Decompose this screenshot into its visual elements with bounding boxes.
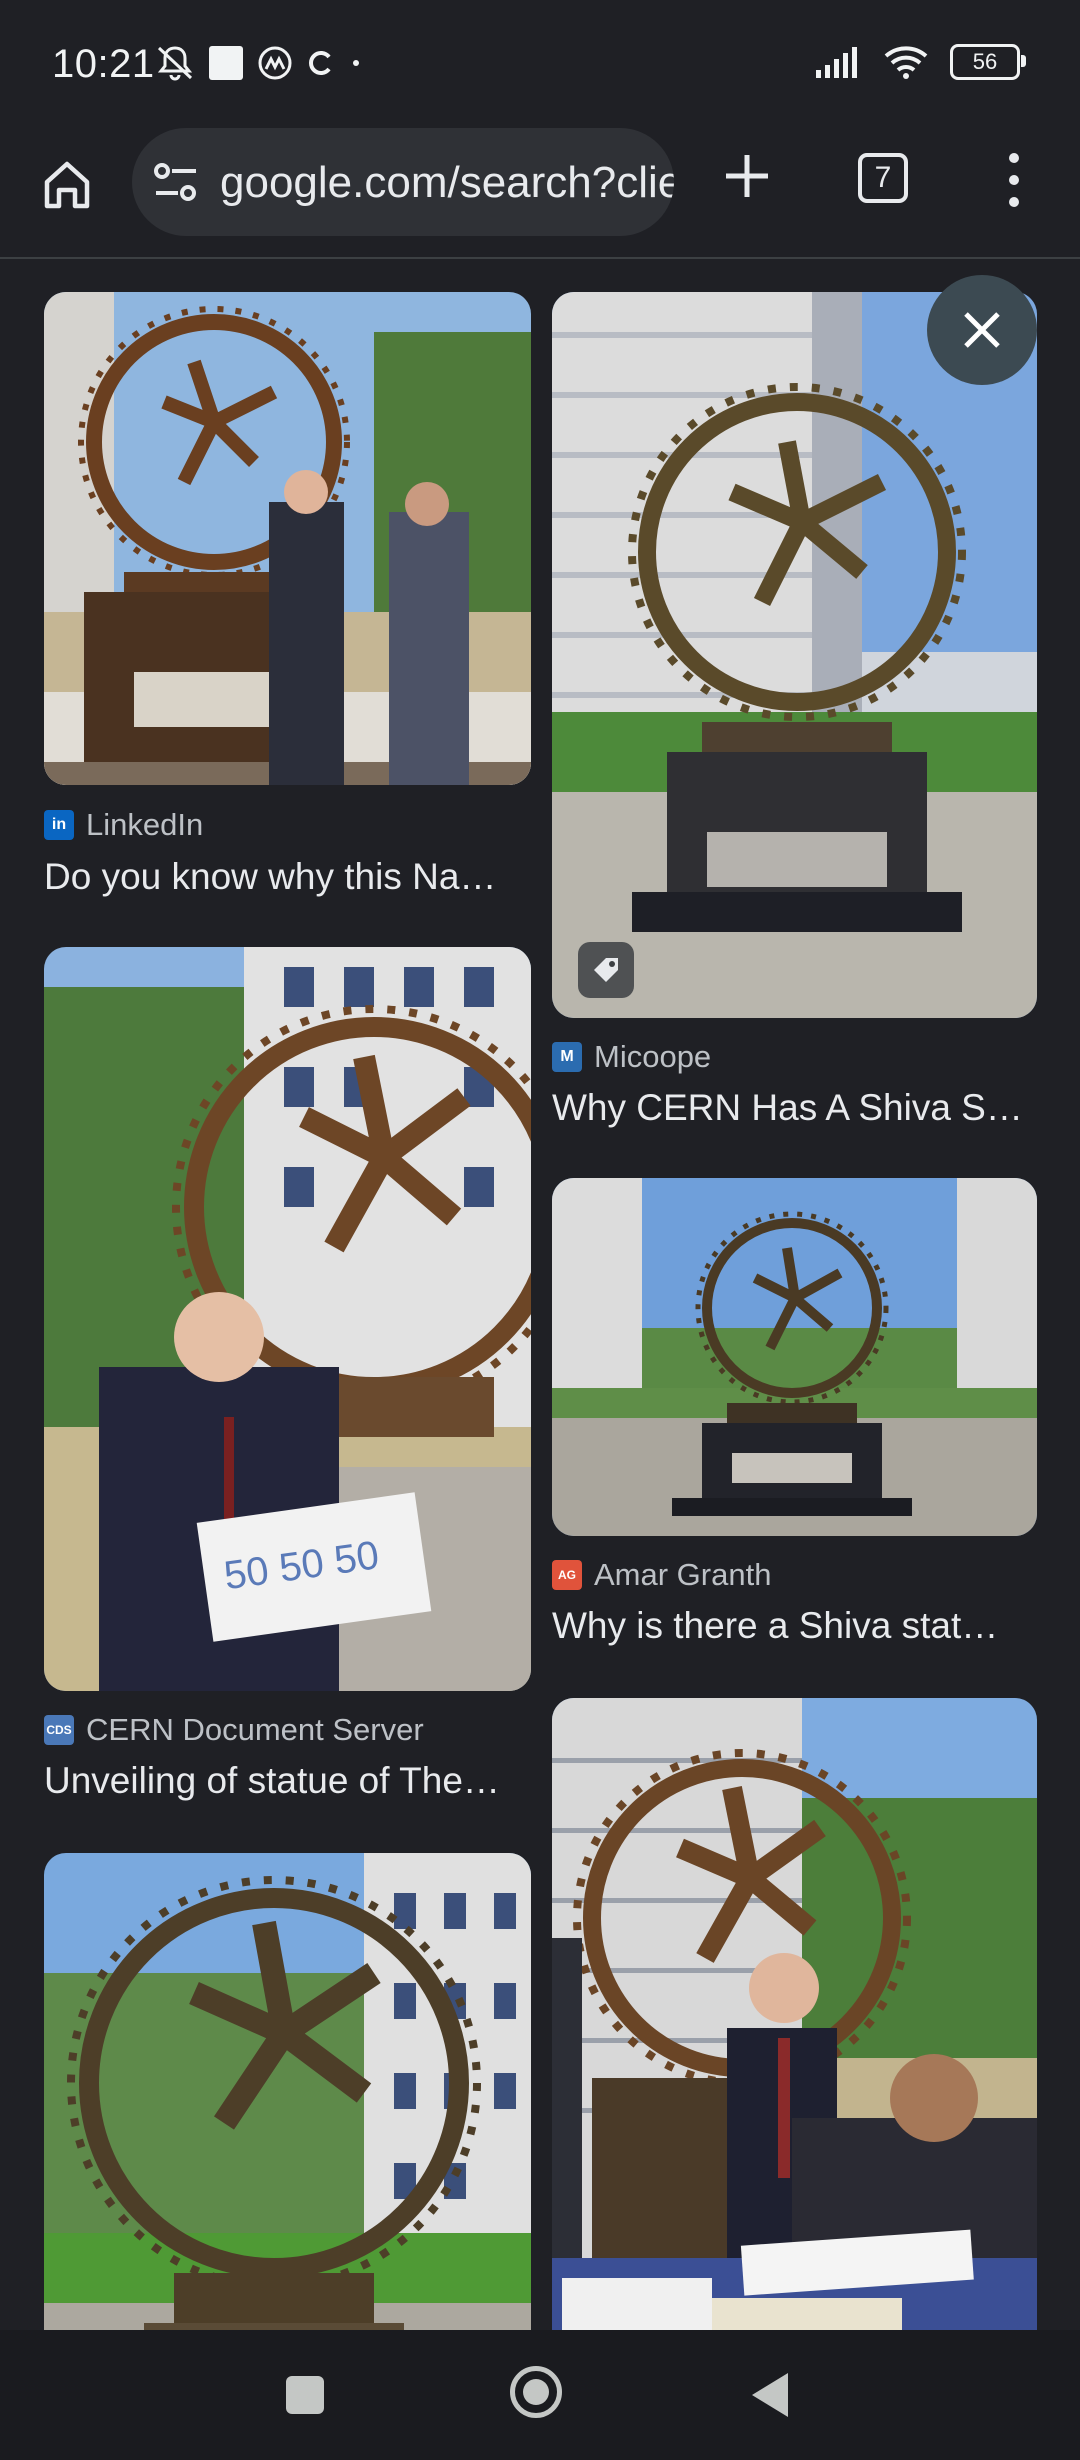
- battery-icon: 56: [950, 44, 1026, 80]
- source-name: CERN Document Server: [86, 1712, 424, 1747]
- result-caption-linkedin[interactable]: Do you know why this Na…: [44, 856, 496, 898]
- status-notification-icons: [155, 44, 361, 82]
- image-results-grid: in LinkedIn Do you know why this Na… M M…: [0, 259, 1080, 2330]
- home-nav-button[interactable]: [510, 2366, 562, 2418]
- result-image-linkedin[interactable]: [44, 292, 531, 785]
- nataraja-handshake-image: [44, 292, 531, 785]
- result-caption-cds[interactable]: Unveiling of statue of The…: [44, 1760, 500, 1802]
- plus-icon: [726, 155, 768, 197]
- product-tag-badge[interactable]: [578, 942, 634, 998]
- back-button[interactable]: [752, 2373, 788, 2417]
- cds-icon: CDS: [44, 1715, 74, 1745]
- nataraja-speaker-image: 50 50 50: [44, 947, 531, 1691]
- result-source-cds[interactable]: CDS CERN Document Server: [44, 1712, 424, 1748]
- home-icon: [44, 161, 90, 209]
- status-system-icons: 56: [814, 44, 1026, 80]
- tag-icon: [594, 958, 618, 982]
- nataraja-building-image: [552, 292, 1037, 1018]
- more-menu-button[interactable]: [996, 147, 1032, 213]
- result-caption-amar-granth[interactable]: Why is there a Shiva stat…: [552, 1605, 998, 1647]
- dot-icon: [353, 60, 359, 66]
- nataraja-signing-image: [552, 1698, 1037, 2330]
- new-tab-button[interactable]: [716, 145, 778, 207]
- result-source-micoope[interactable]: M Micoope: [552, 1039, 711, 1075]
- recents-button[interactable]: [286, 2376, 324, 2414]
- result-source-linkedin[interactable]: in LinkedIn: [44, 807, 203, 843]
- menu-dot-icon: [1009, 197, 1019, 207]
- result-image-micoope[interactable]: [552, 292, 1037, 1018]
- silent-bell-icon: [157, 46, 193, 81]
- micoope-icon: M: [552, 1042, 582, 1072]
- wifi-icon: [884, 46, 928, 79]
- source-name: Micoope: [594, 1039, 712, 1074]
- close-icon: [964, 312, 1000, 348]
- site-settings-icon[interactable]: [152, 161, 200, 205]
- close-button[interactable]: [927, 275, 1037, 385]
- menu-dot-icon: [1009, 153, 1019, 163]
- result-image-5[interactable]: [44, 1853, 531, 2330]
- square-notification-icon: [209, 46, 243, 80]
- result-source-amar-granth[interactable]: AG Amar Granth: [552, 1557, 771, 1593]
- result-image-6[interactable]: [552, 1698, 1037, 2330]
- nataraja-courtyard-image: [552, 1178, 1037, 1536]
- signal-icon: [816, 47, 857, 78]
- amar-granth-icon: AG: [552, 1560, 582, 1590]
- linkedin-icon: in: [44, 810, 74, 840]
- url-text[interactable]: google.com/search?client=ms-android-xiao…: [220, 158, 674, 208]
- menu-dot-icon: [1009, 175, 1019, 185]
- status-time: 10:21: [52, 42, 155, 86]
- home-button[interactable]: [36, 153, 98, 215]
- coinmarketcap-icon: [258, 46, 292, 80]
- chrome-c-icon: [309, 51, 331, 75]
- source-name: Amar Granth: [594, 1557, 772, 1592]
- status-bar: 10:21 56: [0, 0, 1080, 125]
- result-image-cds[interactable]: 50 50 50: [44, 947, 531, 1691]
- result-caption-micoope[interactable]: Why CERN Has A Shiva S…: [552, 1087, 1023, 1129]
- url-bar[interactable]: google.com/search?client=ms-android-xiao…: [132, 128, 674, 236]
- source-name: LinkedIn: [86, 807, 204, 842]
- result-image-amar-granth[interactable]: [552, 1178, 1037, 1536]
- browser-toolbar: google.com/search?client=ms-android-xiao…: [0, 125, 1080, 259]
- system-nav-bar: [0, 2330, 1080, 2460]
- nataraja-lawn-image: [44, 1853, 531, 2330]
- tab-switcher-button[interactable]: 7: [858, 153, 908, 203]
